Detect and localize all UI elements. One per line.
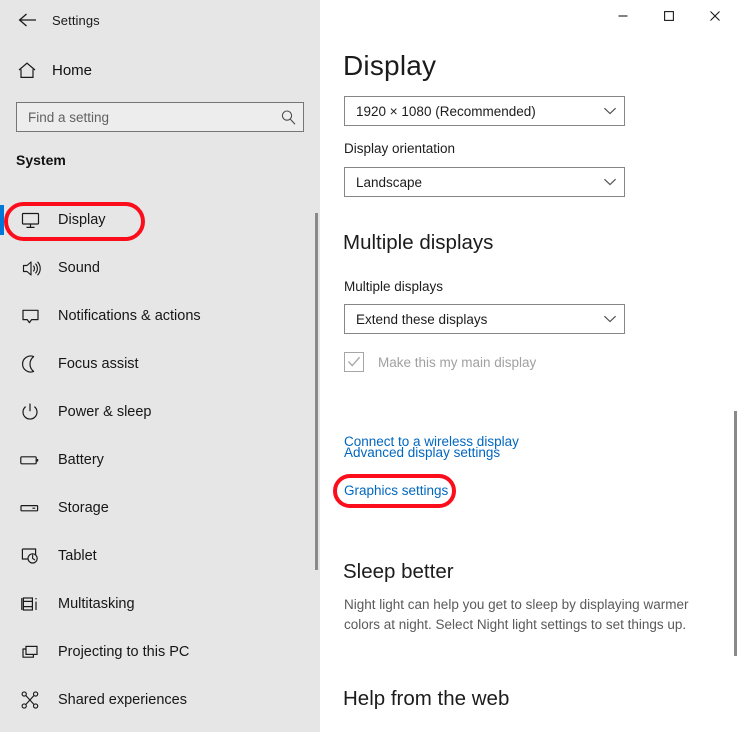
- sidebar-item-shared-experiences-label: Shared experiences: [58, 692, 187, 708]
- moon-icon: [18, 352, 42, 376]
- home-icon: [16, 59, 38, 81]
- make-main-display-label: Make this my main display: [378, 354, 537, 370]
- sidebar-item-storage-label: Storage: [58, 500, 109, 516]
- resolution-dropdown[interactable]: 1920 × 1080 (Recommended): [344, 96, 625, 126]
- sidebar-item-power-sleep-label: Power & sleep: [58, 404, 152, 420]
- sidebar-item-tablet[interactable]: Tablet: [0, 532, 312, 580]
- titlebar: Settings: [0, 0, 320, 40]
- power-icon: [18, 400, 42, 424]
- sidebar-item-notifications[interactable]: Notifications & actions: [0, 292, 312, 340]
- sidebar-item-home-label: Home: [52, 61, 93, 79]
- sidebar-item-tablet-label: Tablet: [58, 548, 97, 564]
- sidebar-nav-list: Display Sound Notifications & actions Fo…: [0, 196, 312, 732]
- link-advanced-display-settings[interactable]: Advanced display settings: [344, 445, 500, 460]
- sidebar-item-display-label: Display: [58, 212, 106, 228]
- sleep-better-heading: Sleep better: [343, 560, 454, 583]
- search-box[interactable]: [16, 102, 304, 132]
- multiple-displays-dropdown[interactable]: Extend these displays: [344, 304, 625, 334]
- settings-window: Settings Home System: [0, 0, 738, 732]
- chevron-down-icon: [596, 97, 624, 125]
- help-from-web-heading: Help from the web: [343, 687, 510, 710]
- main-content-panel: Display 1920 × 1080 (Recommended) Displa…: [320, 0, 738, 732]
- multiple-displays-value: Extend these displays: [356, 311, 488, 327]
- sidebar-item-power-sleep[interactable]: Power & sleep: [0, 388, 312, 436]
- make-main-display-checkbox: [344, 352, 364, 372]
- chevron-down-icon: [596, 305, 624, 333]
- window-controls: [600, 0, 738, 32]
- multitasking-icon: [18, 592, 42, 616]
- chat-bubble-icon: [18, 304, 42, 328]
- sidebar-item-focus-assist[interactable]: Focus assist: [0, 340, 312, 388]
- maximize-icon[interactable]: [646, 0, 692, 32]
- sidebar-item-display[interactable]: Display: [0, 196, 312, 244]
- display-orientation-value: Landscape: [356, 174, 423, 190]
- selection-indicator: [0, 205, 4, 235]
- speaker-icon: [18, 256, 42, 280]
- main-scrollbar-thumb[interactable]: [734, 411, 737, 656]
- monitor-icon: [18, 208, 42, 232]
- checkmark-icon: [347, 356, 361, 367]
- share-nodes-icon: [18, 688, 42, 712]
- sidebar-scrollbar-thumb[interactable]: [315, 213, 318, 570]
- sidebar: Settings Home System: [0, 0, 320, 732]
- multiple-displays-heading: Multiple displays: [343, 231, 494, 254]
- resolution-dropdown-value: 1920 × 1080 (Recommended): [356, 103, 536, 119]
- sidebar-item-battery-label: Battery: [58, 452, 104, 468]
- sidebar-item-sound[interactable]: Sound: [0, 244, 312, 292]
- projecting-icon: [18, 640, 42, 664]
- multiple-displays-label: Multiple displays: [344, 279, 444, 294]
- sleep-better-description: Night light can help you get to sleep by…: [344, 597, 689, 632]
- battery-icon: [18, 448, 42, 472]
- sidebar-item-notifications-label: Notifications & actions: [58, 308, 201, 324]
- display-orientation-label: Display orientation: [344, 141, 456, 156]
- sidebar-item-multitasking[interactable]: Multitasking: [0, 580, 312, 628]
- sidebar-item-storage[interactable]: Storage: [0, 484, 312, 532]
- sidebar-item-focus-assist-label: Focus assist: [58, 356, 139, 372]
- search-input[interactable]: [17, 109, 275, 125]
- minimize-icon[interactable]: [600, 0, 646, 32]
- make-main-display-checkbox-row: Make this my main display: [344, 352, 536, 372]
- sidebar-section-title: System: [16, 152, 66, 168]
- tablet-touch-icon: [18, 544, 42, 568]
- sidebar-item-projecting-label: Projecting to this PC: [58, 644, 190, 660]
- sidebar-item-shared-experiences[interactable]: Shared experiences: [0, 676, 312, 724]
- search-icon[interactable]: [275, 104, 301, 130]
- drive-icon: [18, 496, 42, 520]
- sidebar-item-battery[interactable]: Battery: [0, 436, 312, 484]
- sidebar-item-projecting[interactable]: Projecting to this PC: [0, 628, 312, 676]
- sidebar-item-home[interactable]: Home: [0, 50, 304, 90]
- page-title: Display: [343, 50, 437, 81]
- app-title: Settings: [52, 12, 100, 28]
- sidebar-item-multitasking-label: Multitasking: [58, 596, 135, 612]
- sidebar-item-sound-label: Sound: [58, 260, 100, 276]
- link-graphics-settings[interactable]: Graphics settings: [344, 483, 448, 498]
- chevron-down-icon: [596, 168, 624, 196]
- back-arrow-icon[interactable]: [8, 5, 48, 35]
- display-orientation-dropdown[interactable]: Landscape: [344, 167, 625, 197]
